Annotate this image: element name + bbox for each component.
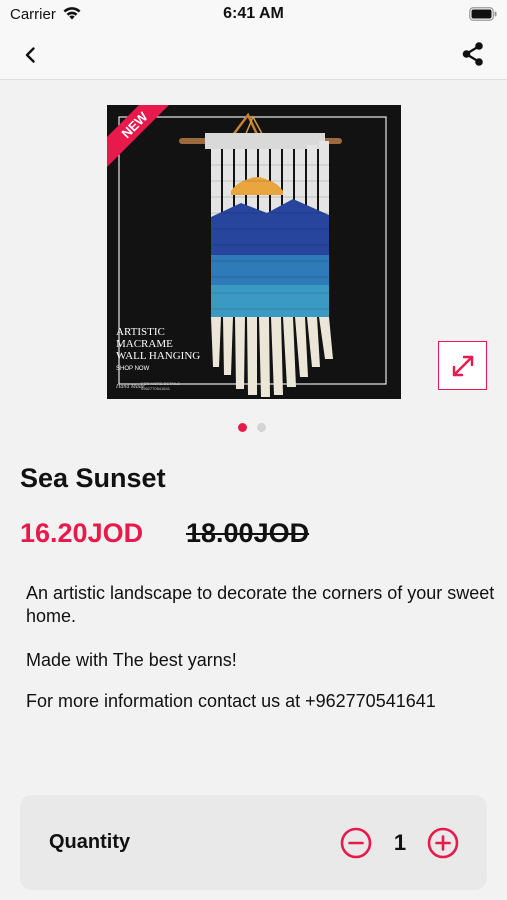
product-description-1: An artistic landscape to decorate the co… (26, 583, 495, 626)
footer-phone: 0962770541641 (141, 386, 171, 391)
clock: 6:41 AM (223, 5, 284, 22)
image-pagination (238, 419, 276, 432)
fullscreen-button[interactable] (438, 341, 487, 390)
back-button[interactable] (18, 42, 44, 68)
share-icon (462, 42, 483, 66)
chevron-left-icon (25, 47, 35, 63)
pagination-dot-2[interactable] (257, 423, 266, 432)
increase-quantity-button[interactable] (427, 827, 459, 859)
caption-line3: WALL HANGING (116, 350, 200, 362)
expand-icon (452, 355, 474, 377)
quantity-card: Quantity 1 (20, 795, 487, 890)
product-description-2: Made with The best yarns! (26, 650, 237, 670)
share-button[interactable] (459, 40, 487, 68)
caption-line1: ARTISTIC (116, 326, 165, 338)
decrease-quantity-button[interactable] (340, 827, 372, 859)
product-price: 16.20JOD (20, 518, 144, 548)
macrame-artwork: NEW ARTISTIC MACRAME WALL HANGING SHOP N… (107, 105, 401, 399)
product-image[interactable]: NEW ARTISTIC MACRAME WALL HANGING SHOP N… (107, 105, 401, 399)
caption-line2: MACRAME (116, 338, 173, 350)
status-bar: Carrier 6:41 AM (0, 0, 507, 30)
product-old-price: 18.00JOD (186, 518, 310, 548)
brand-signature: Hand Made (115, 384, 145, 390)
caption-cta: SHOP NOW (116, 366, 150, 372)
quantity-value: 1 (393, 830, 407, 855)
battery-icon (469, 7, 497, 21)
product-description-3: For more information contact us at +9627… (26, 691, 436, 711)
product-title: Sea Sunset (20, 463, 166, 493)
navigation-bar (0, 30, 507, 80)
quantity-label: Quantity (49, 831, 131, 853)
plus-circle-icon (427, 827, 459, 859)
pagination-dot-1[interactable] (238, 423, 247, 432)
minus-circle-icon (340, 827, 372, 859)
